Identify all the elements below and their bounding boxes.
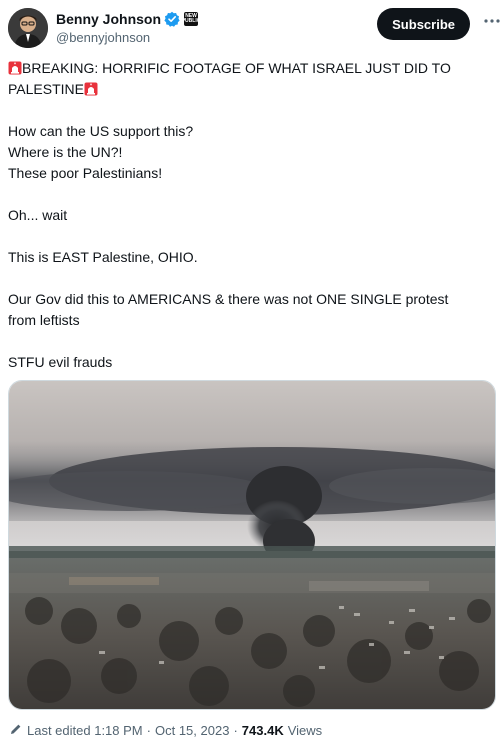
meta-separator: · — [146, 723, 151, 737]
tweet-header: Benny Johnson NEW PUBLIC @bennyjohnson S… — [8, 8, 500, 48]
tweet-meta: Last edited 1:18 PM · Oct 15, 2023 · 743… — [10, 723, 322, 737]
tweet-para2-line3: These poor Palestinians! — [8, 165, 163, 181]
tweet-para5-line2: from leftists — [8, 312, 80, 328]
tweet-para5-line1: Our Gov did this to AMERICANS & there wa… — [8, 291, 449, 307]
siren-emoji-icon — [84, 81, 98, 96]
tweet-line-1: BREAKING: HORRIFIC FOOTAGE OF WHAT ISRAE… — [8, 58, 488, 79]
tweet-line-1-text: BREAKING: HORRIFIC FOOTAGE OF WHAT ISRAE… — [22, 60, 451, 76]
tweet-para2-line2: Where is the UN?! — [8, 144, 123, 160]
tweet-text: BREAKING: HORRIFIC FOOTAGE OF WHAT ISRAE… — [8, 58, 488, 373]
edited-link[interactable]: Last edited 1:18 PM — [27, 723, 143, 737]
verified-badge-icon — [164, 11, 180, 27]
tweet-para4: This is EAST Palestine, OHIO. — [8, 249, 198, 265]
author-handle[interactable]: @bennyjohnson — [56, 30, 198, 45]
tweet-line-2: PALESTINE — [8, 79, 488, 100]
tweet-para2-line1: How can the US support this? — [8, 123, 194, 139]
tweet-date[interactable]: Oct 15, 2023 — [155, 723, 229, 737]
meta-separator: · — [233, 723, 238, 737]
author-display-name[interactable]: Benny Johnson — [56, 11, 161, 27]
author-names: Benny Johnson NEW PUBLIC @bennyjohnson — [56, 10, 200, 45]
tweet-para3: Oh... wait — [8, 207, 68, 223]
more-icon[interactable] — [482, 11, 500, 36]
subscribe-button[interactable]: Subscribe — [377, 8, 470, 40]
tweet-line-2-text: PALESTINE — [8, 81, 84, 97]
views-count: 743.4K — [241, 723, 284, 737]
avatar[interactable] — [8, 8, 48, 48]
affiliate-badge-icon[interactable]: NEW PUBLIC — [182, 12, 200, 26]
views-label: Views — [287, 723, 323, 737]
siren-emoji-icon — [8, 60, 22, 75]
tweet-media-image[interactable] — [8, 380, 496, 710]
tweet-para6: STFU evil frauds — [8, 354, 113, 370]
pencil-icon — [10, 723, 22, 737]
